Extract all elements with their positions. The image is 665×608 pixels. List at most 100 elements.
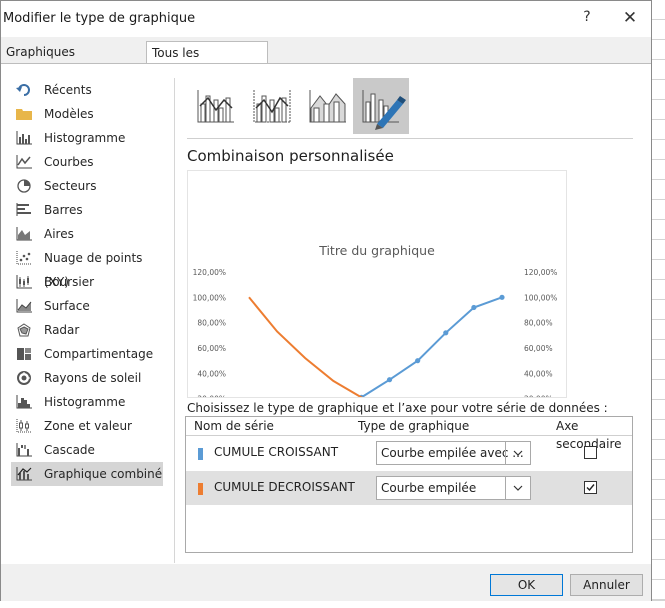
- series-table: Nom de série Type de graphique Axe secon…: [185, 416, 633, 553]
- area-chart-icon: [16, 227, 32, 241]
- tab-recommended-charts[interactable]: Graphiques recommandés: [1, 41, 144, 81]
- section-title: Combinaison personnalisée: [187, 147, 394, 165]
- sidebar-item-label: Compartimentage: [44, 347, 154, 361]
- y-tick-label: 40,00%: [197, 369, 226, 378]
- sidebar-item-label: Boursier: [44, 275, 95, 289]
- series-line-1: [359, 296, 503, 397]
- series-color-swatch: [198, 448, 203, 460]
- sidebar-item-stock[interactable]: Boursier: [11, 270, 163, 294]
- horizontal-divider: [187, 138, 633, 139]
- sidebar-item-label: Barres: [44, 203, 83, 217]
- worksheet-grid: [650, 0, 665, 607]
- stock-chart-icon: [16, 275, 32, 289]
- combo-chart-icon: [16, 467, 32, 481]
- sidebar-item-label: Histogramme: [44, 395, 126, 409]
- sidebar-item-templates[interactable]: Modèles: [11, 102, 163, 126]
- sidebar-item-label: Courbes: [44, 155, 94, 169]
- secondary-axis-checkbox[interactable]: [584, 446, 597, 459]
- y2-tick-label: 60,00%: [524, 344, 553, 353]
- close-button[interactable]: ✕: [619, 8, 641, 28]
- clustered-column-line-secondary-icon[interactable]: [244, 78, 300, 134]
- sidebar-item-sunburst[interactable]: Rayons de soleil: [11, 366, 163, 390]
- sidebar-item-label: Graphique combiné: [44, 467, 163, 481]
- sidebar-item-label: Cascade: [44, 443, 95, 457]
- help-button[interactable]: ?: [579, 9, 595, 27]
- series-point: [415, 358, 421, 364]
- chart-type-select[interactable]: Courbe empilée: [376, 476, 531, 500]
- series-color-swatch: [198, 483, 203, 495]
- sidebar-item-radar[interactable]: Radar: [11, 318, 163, 342]
- sunburst-chart-icon: [17, 371, 31, 385]
- sidebar-item-label: Aires: [44, 227, 74, 241]
- vertical-divider: [174, 78, 175, 563]
- chart-preview: Titre du graphique0,00%20,00%40,00%60,00…: [187, 170, 567, 398]
- tab-strip: Graphiques recommandés Tous les graphiqu…: [1, 37, 651, 82]
- sidebar-item-pie[interactable]: Secteurs: [11, 174, 163, 198]
- cancel-button[interactable]: Annuler: [570, 574, 643, 596]
- table-row[interactable]: CUMULE CROISSANT Courbe empilée avec ...: [186, 436, 632, 470]
- chart-title: Titre du graphique: [318, 243, 435, 258]
- sidebar-item-label: Surface: [44, 299, 90, 313]
- sidebar-item-area[interactable]: Aires: [11, 222, 163, 246]
- chart-svg: Titre du graphique0,00%20,00%40,00%60,00…: [193, 243, 557, 397]
- line-chart-icon: [16, 155, 32, 169]
- chart-type-list: Récents Modèles Histogramme Courbes Sect…: [11, 78, 163, 486]
- y2-tick-label: 20,00%: [524, 395, 553, 397]
- ok-button[interactable]: OK: [490, 574, 563, 596]
- y2-tick-label: 120,00%: [524, 268, 557, 277]
- tab-all-charts[interactable]: Tous les graphiques: [146, 41, 268, 82]
- column-chart-icon: [16, 131, 32, 145]
- y-tick-label: 120,00%: [193, 268, 226, 277]
- table-row[interactable]: CUMULE DECROISSANT Courbe empilée: [186, 471, 632, 505]
- y2-tick-label: 100,00%: [524, 293, 557, 302]
- sidebar-item-bar[interactable]: Barres: [11, 198, 163, 222]
- header-chart-type: Type de graphique: [358, 419, 470, 433]
- sidebar-item-line[interactable]: Courbes: [11, 150, 163, 174]
- header-secondary-axis: Axe secondaire: [556, 419, 622, 451]
- sidebar-item-combo[interactable]: Graphique combiné: [11, 462, 163, 486]
- title-bar: Modifier le type de graphique ? ✕: [1, 1, 651, 37]
- pie-chart-icon: [17, 179, 31, 193]
- surface-chart-icon: [16, 299, 32, 313]
- sidebar-item-histogram[interactable]: Histogramme: [11, 390, 163, 414]
- box-whisker-chart-icon: [16, 419, 32, 433]
- series-point: [471, 304, 477, 311]
- stacked-area-column-icon[interactable]: [300, 78, 356, 134]
- checkmark-icon: [586, 484, 595, 492]
- custom-combination-icon[interactable]: [353, 78, 409, 134]
- series-name: CUMULE DECROISSANT: [214, 480, 355, 494]
- sidebar-item-recents[interactable]: Récents: [11, 78, 163, 102]
- chevron-down-icon[interactable]: [505, 442, 530, 464]
- bar-chart-icon: [16, 203, 31, 216]
- sidebar-item-box-whisker[interactable]: Zone et valeur: [11, 414, 163, 438]
- dialog-title: Modifier le type de graphique: [3, 11, 196, 26]
- chart-type-select[interactable]: Courbe empilée avec ...: [376, 441, 531, 465]
- folder-icon: [16, 109, 32, 120]
- ok-label: OK: [517, 578, 536, 592]
- secondary-axis-checkbox[interactable]: [584, 481, 597, 494]
- chevron-down-icon[interactable]: [505, 477, 530, 499]
- y2-tick-label: 40,00%: [524, 369, 553, 378]
- series-line-2: [248, 296, 364, 397]
- series-point: [443, 330, 449, 336]
- histogram-chart-icon: [16, 395, 32, 409]
- sidebar-item-scatter[interactable]: Nuage de points (XY): [11, 246, 163, 289]
- sidebar-item-label: Récents: [44, 83, 92, 97]
- y-tick-label: 100,00%: [193, 293, 226, 302]
- series-point: [499, 294, 505, 300]
- clustered-column-line-icon[interactable]: [188, 78, 244, 134]
- cancel-label: Annuler: [583, 578, 630, 592]
- sidebar-item-column[interactable]: Histogramme: [11, 126, 163, 150]
- sidebar-item-treemap[interactable]: Compartimentage: [11, 342, 163, 366]
- sidebar-item-waterfall[interactable]: Cascade: [11, 438, 163, 462]
- sidebar-item-label: Secteurs: [44, 179, 97, 193]
- recent-icon: [16, 84, 30, 96]
- header-series-name: Nom de série: [194, 419, 274, 433]
- sidebar-item-surface[interactable]: Surface: [11, 294, 163, 318]
- waterfall-chart-icon: [16, 443, 32, 457]
- sidebar-item-label: Histogramme: [44, 131, 126, 145]
- chart-type-value: Courbe empilée avec ...: [381, 446, 524, 460]
- y-tick-label: 60,00%: [197, 344, 226, 353]
- all-charts-panel: Récents Modèles Histogramme Courbes Sect…: [1, 63, 651, 566]
- y2-tick-label: 80,00%: [524, 319, 553, 328]
